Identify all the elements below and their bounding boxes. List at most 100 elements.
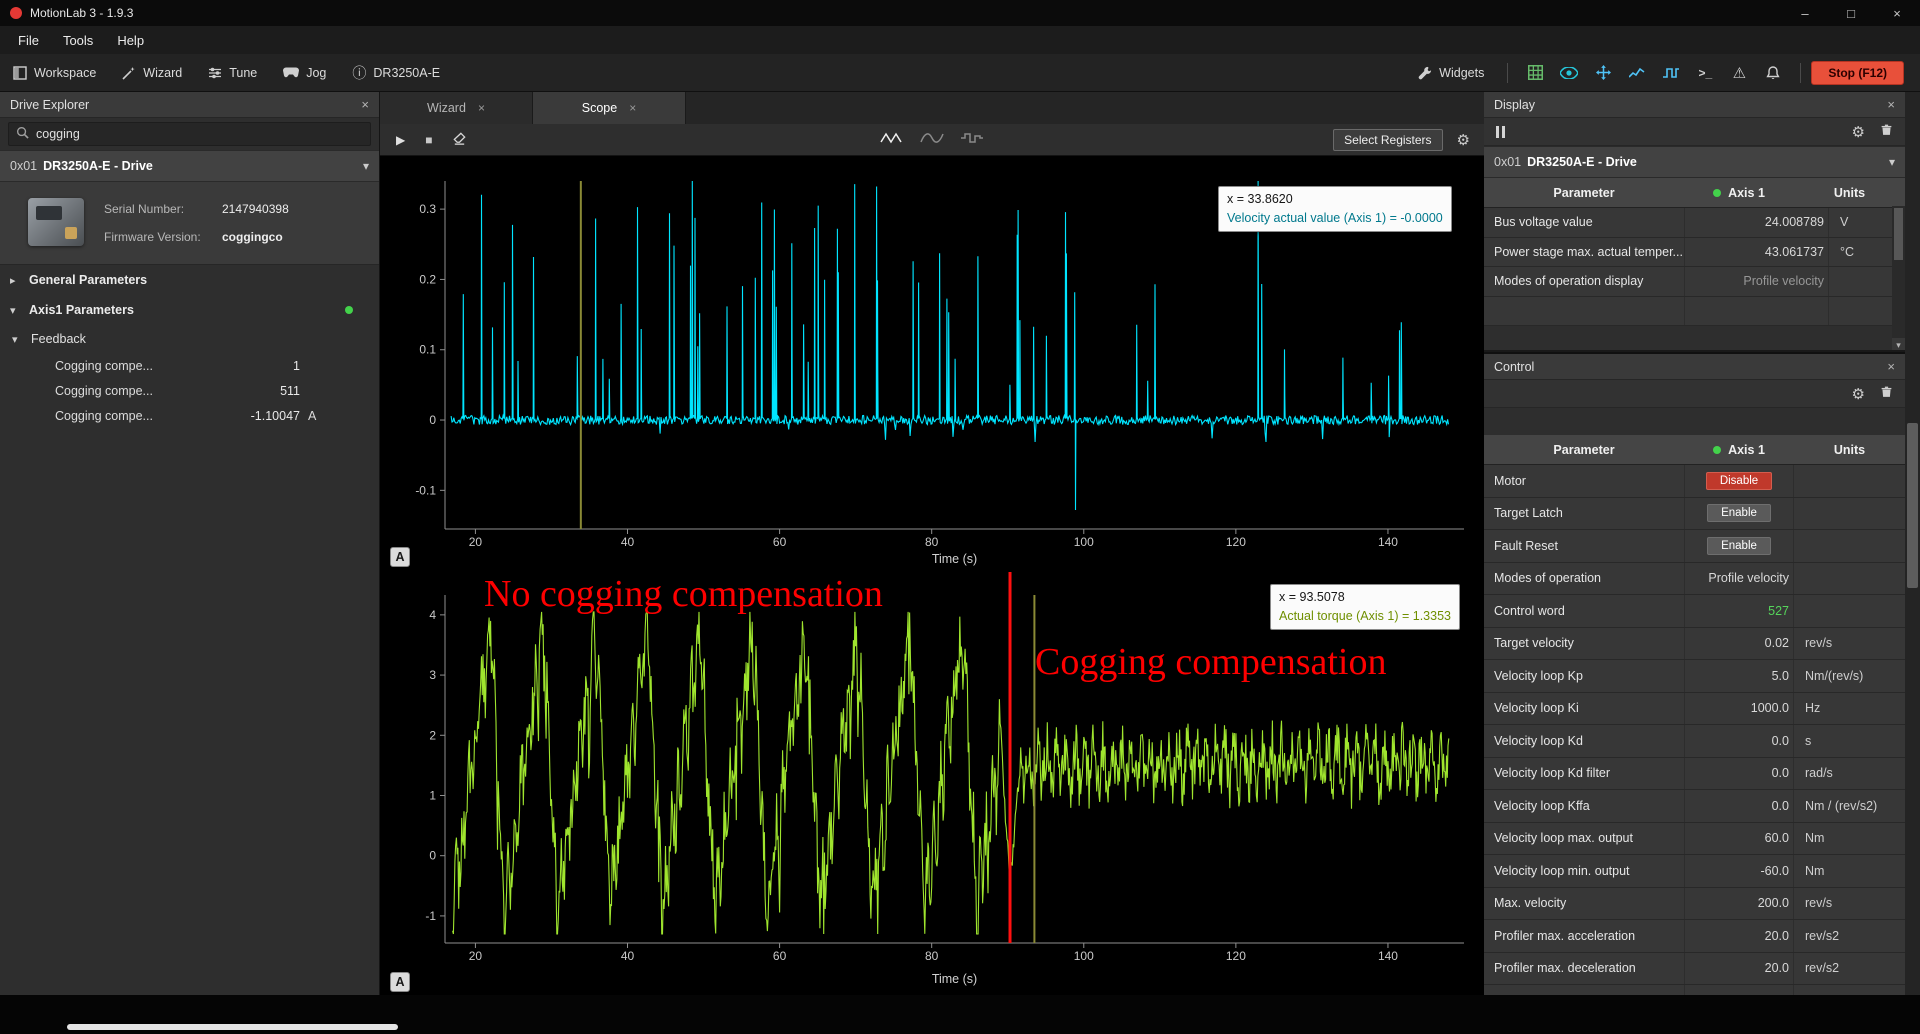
param-value: 20.0 bbox=[1765, 961, 1793, 975]
param-value-cell: 200.0 bbox=[1684, 888, 1794, 920]
close-button[interactable]: × bbox=[1874, 0, 1920, 26]
jog-button[interactable]: Jog bbox=[270, 54, 339, 91]
menu-tools[interactable]: Tools bbox=[51, 33, 105, 48]
minimize-button[interactable]: – bbox=[1782, 0, 1828, 26]
device-button[interactable]: ⓘ DR3250A-E bbox=[339, 54, 453, 91]
param-row: Velocity loop Kd filter0.0rad/s bbox=[1484, 758, 1905, 791]
param-label: Target velocity bbox=[1484, 636, 1684, 650]
section-general-parameters[interactable]: ▸ General Parameters bbox=[0, 265, 379, 295]
svg-text:-0.1: -0.1 bbox=[415, 483, 436, 497]
select-registers-button[interactable]: Select Registers bbox=[1333, 129, 1442, 151]
section-feedback[interactable]: ▾ Feedback bbox=[0, 325, 379, 353]
eye-button[interactable] bbox=[1552, 67, 1586, 79]
drive-node-selector[interactable]: 0x01 DR3250A-E - Drive ▾ bbox=[0, 150, 379, 182]
gear-icon[interactable]: ⚙ bbox=[1852, 385, 1865, 403]
drive-info: Serial Number:2147940398 Firmware Versio… bbox=[0, 182, 379, 265]
step-signal-button[interactable] bbox=[1654, 67, 1688, 79]
section-axis1-parameters[interactable]: ▾ Axis1 Parameters bbox=[0, 295, 379, 325]
chevron-down-icon: ▾ bbox=[12, 333, 22, 346]
cursor-tooltip: x = 33.8620Velocity actual value (Axis 1… bbox=[1218, 186, 1452, 232]
torque-plot[interactable]: 2040608010012014043210-1Time (s) bbox=[380, 570, 1484, 995]
param-label: Max. velocity bbox=[1484, 896, 1684, 910]
title-bar: MotionLab 3 - 1.9.3 – □ × bbox=[0, 0, 1920, 26]
display-drive-selector[interactable]: 0x01 DR3250A-E - Drive ▾ bbox=[1484, 146, 1905, 178]
menu-help[interactable]: Help bbox=[105, 33, 156, 48]
param-row: Velocity loop max. output60.0Nm bbox=[1484, 823, 1905, 856]
sliders-icon bbox=[208, 66, 222, 80]
menu-file[interactable]: File bbox=[6, 33, 51, 48]
workspace-button[interactable]: Workspace bbox=[0, 54, 109, 91]
chevron-down-icon: ▾ bbox=[1889, 155, 1895, 169]
param-label: Fault Reset bbox=[1484, 539, 1684, 553]
warning-button[interactable]: ⚠ bbox=[1722, 64, 1756, 82]
scrollbar-thumb[interactable] bbox=[1894, 208, 1903, 260]
param-row: Velocity loop min. output-60.0Nm bbox=[1484, 855, 1905, 888]
move-button[interactable] bbox=[1586, 65, 1620, 80]
clear-scope-icon[interactable] bbox=[452, 131, 467, 149]
svg-text:-1: -1 bbox=[425, 909, 436, 923]
step-interpolation-icon[interactable] bbox=[960, 131, 984, 148]
panel-title: Control bbox=[1494, 360, 1534, 374]
tune-label: Tune bbox=[229, 66, 257, 80]
param-unit: rev/s bbox=[1794, 896, 1905, 910]
pause-button[interactable] bbox=[1496, 126, 1505, 138]
maximize-button[interactable]: □ bbox=[1828, 0, 1874, 26]
terminal-button[interactable]: >_ bbox=[1688, 66, 1722, 80]
close-panel-icon[interactable]: × bbox=[1887, 359, 1895, 374]
wizard-button[interactable]: Wizard bbox=[109, 54, 195, 91]
trash-icon[interactable] bbox=[1880, 385, 1893, 402]
svg-text:40: 40 bbox=[621, 535, 635, 549]
right-dock-scrollbar[interactable] bbox=[1905, 92, 1920, 995]
widgets-button[interactable]: Widgets bbox=[1405, 66, 1497, 80]
param-unit: rev/s2 bbox=[1794, 929, 1905, 943]
firmware-version-value: coggingco bbox=[222, 230, 283, 244]
close-panel-icon[interactable]: × bbox=[1887, 97, 1895, 112]
stop-button[interactable]: Stop (F12) bbox=[1811, 61, 1904, 85]
scrollbar-thumb[interactable] bbox=[1907, 423, 1918, 588]
param-value-cell: 20.0 bbox=[1684, 920, 1794, 952]
scroll-down-icon[interactable]: ▾ bbox=[1892, 338, 1905, 352]
stop-capture-button[interactable]: ■ bbox=[425, 133, 432, 147]
widget-grid-button[interactable] bbox=[1518, 65, 1552, 80]
feedback-row[interactable]: Cogging compe...1 bbox=[0, 353, 379, 378]
bell-button[interactable] bbox=[1756, 66, 1790, 80]
tab-wizard[interactable]: Wizard × bbox=[380, 92, 533, 124]
svg-text:0.3: 0.3 bbox=[419, 202, 436, 216]
firmware-version-label: Firmware Version: bbox=[104, 230, 222, 244]
velocity-chart: 204060801001201400.30.20.10-0.1Time (s)A… bbox=[380, 156, 1484, 570]
feedback-row[interactable]: Cogging compe...-1.10047A bbox=[0, 403, 379, 428]
horizontal-scrollbar-thumb[interactable] bbox=[67, 1024, 398, 1030]
motor-button[interactable]: Disable bbox=[1706, 472, 1772, 490]
target-latch-button[interactable]: Enable bbox=[1707, 504, 1771, 522]
gear-icon[interactable]: ⚙ bbox=[1457, 131, 1470, 149]
close-panel-icon[interactable]: × bbox=[361, 97, 369, 112]
search-input[interactable]: cogging bbox=[8, 122, 371, 146]
fault-reset-button[interactable]: Enable bbox=[1707, 537, 1771, 555]
svg-text:1: 1 bbox=[429, 788, 436, 802]
tune-button[interactable]: Tune bbox=[195, 54, 270, 91]
chart-button[interactable] bbox=[1620, 67, 1654, 79]
autoscale-button[interactable]: A bbox=[390, 972, 410, 992]
gear-icon[interactable]: ⚙ bbox=[1852, 123, 1865, 141]
param-value-cell: 60.0 bbox=[1684, 823, 1794, 855]
play-button[interactable]: ▶ bbox=[396, 133, 405, 147]
control-table-header: Parameter Axis 1 Units bbox=[1484, 435, 1905, 465]
param-row: Control word527 bbox=[1484, 595, 1905, 628]
tab-close-icon[interactable]: × bbox=[478, 101, 485, 115]
param-label: Velocity loop Kd bbox=[1484, 734, 1684, 748]
display-scrollbar[interactable]: ▾ bbox=[1892, 206, 1905, 352]
feedback-row[interactable]: Cogging compe...511 bbox=[0, 378, 379, 403]
editor-tab-bar: Wizard × Scope × bbox=[380, 92, 1484, 124]
tab-scope[interactable]: Scope × bbox=[533, 92, 686, 124]
param-value-cell: 527 bbox=[1684, 595, 1794, 627]
param-label: Control word bbox=[1484, 604, 1684, 618]
smooth-interpolation-icon[interactable] bbox=[920, 131, 944, 148]
autoscale-button[interactable]: A bbox=[390, 547, 410, 567]
trash-icon[interactable] bbox=[1880, 123, 1893, 140]
tab-close-icon[interactable]: × bbox=[629, 101, 636, 115]
status-dot bbox=[1713, 446, 1721, 454]
line-interpolation-icon[interactable] bbox=[880, 131, 904, 148]
svg-text:60: 60 bbox=[773, 535, 787, 549]
param-row: Max. velocity200.0rev/s bbox=[1484, 888, 1905, 921]
param-value-cell bbox=[1684, 297, 1829, 326]
